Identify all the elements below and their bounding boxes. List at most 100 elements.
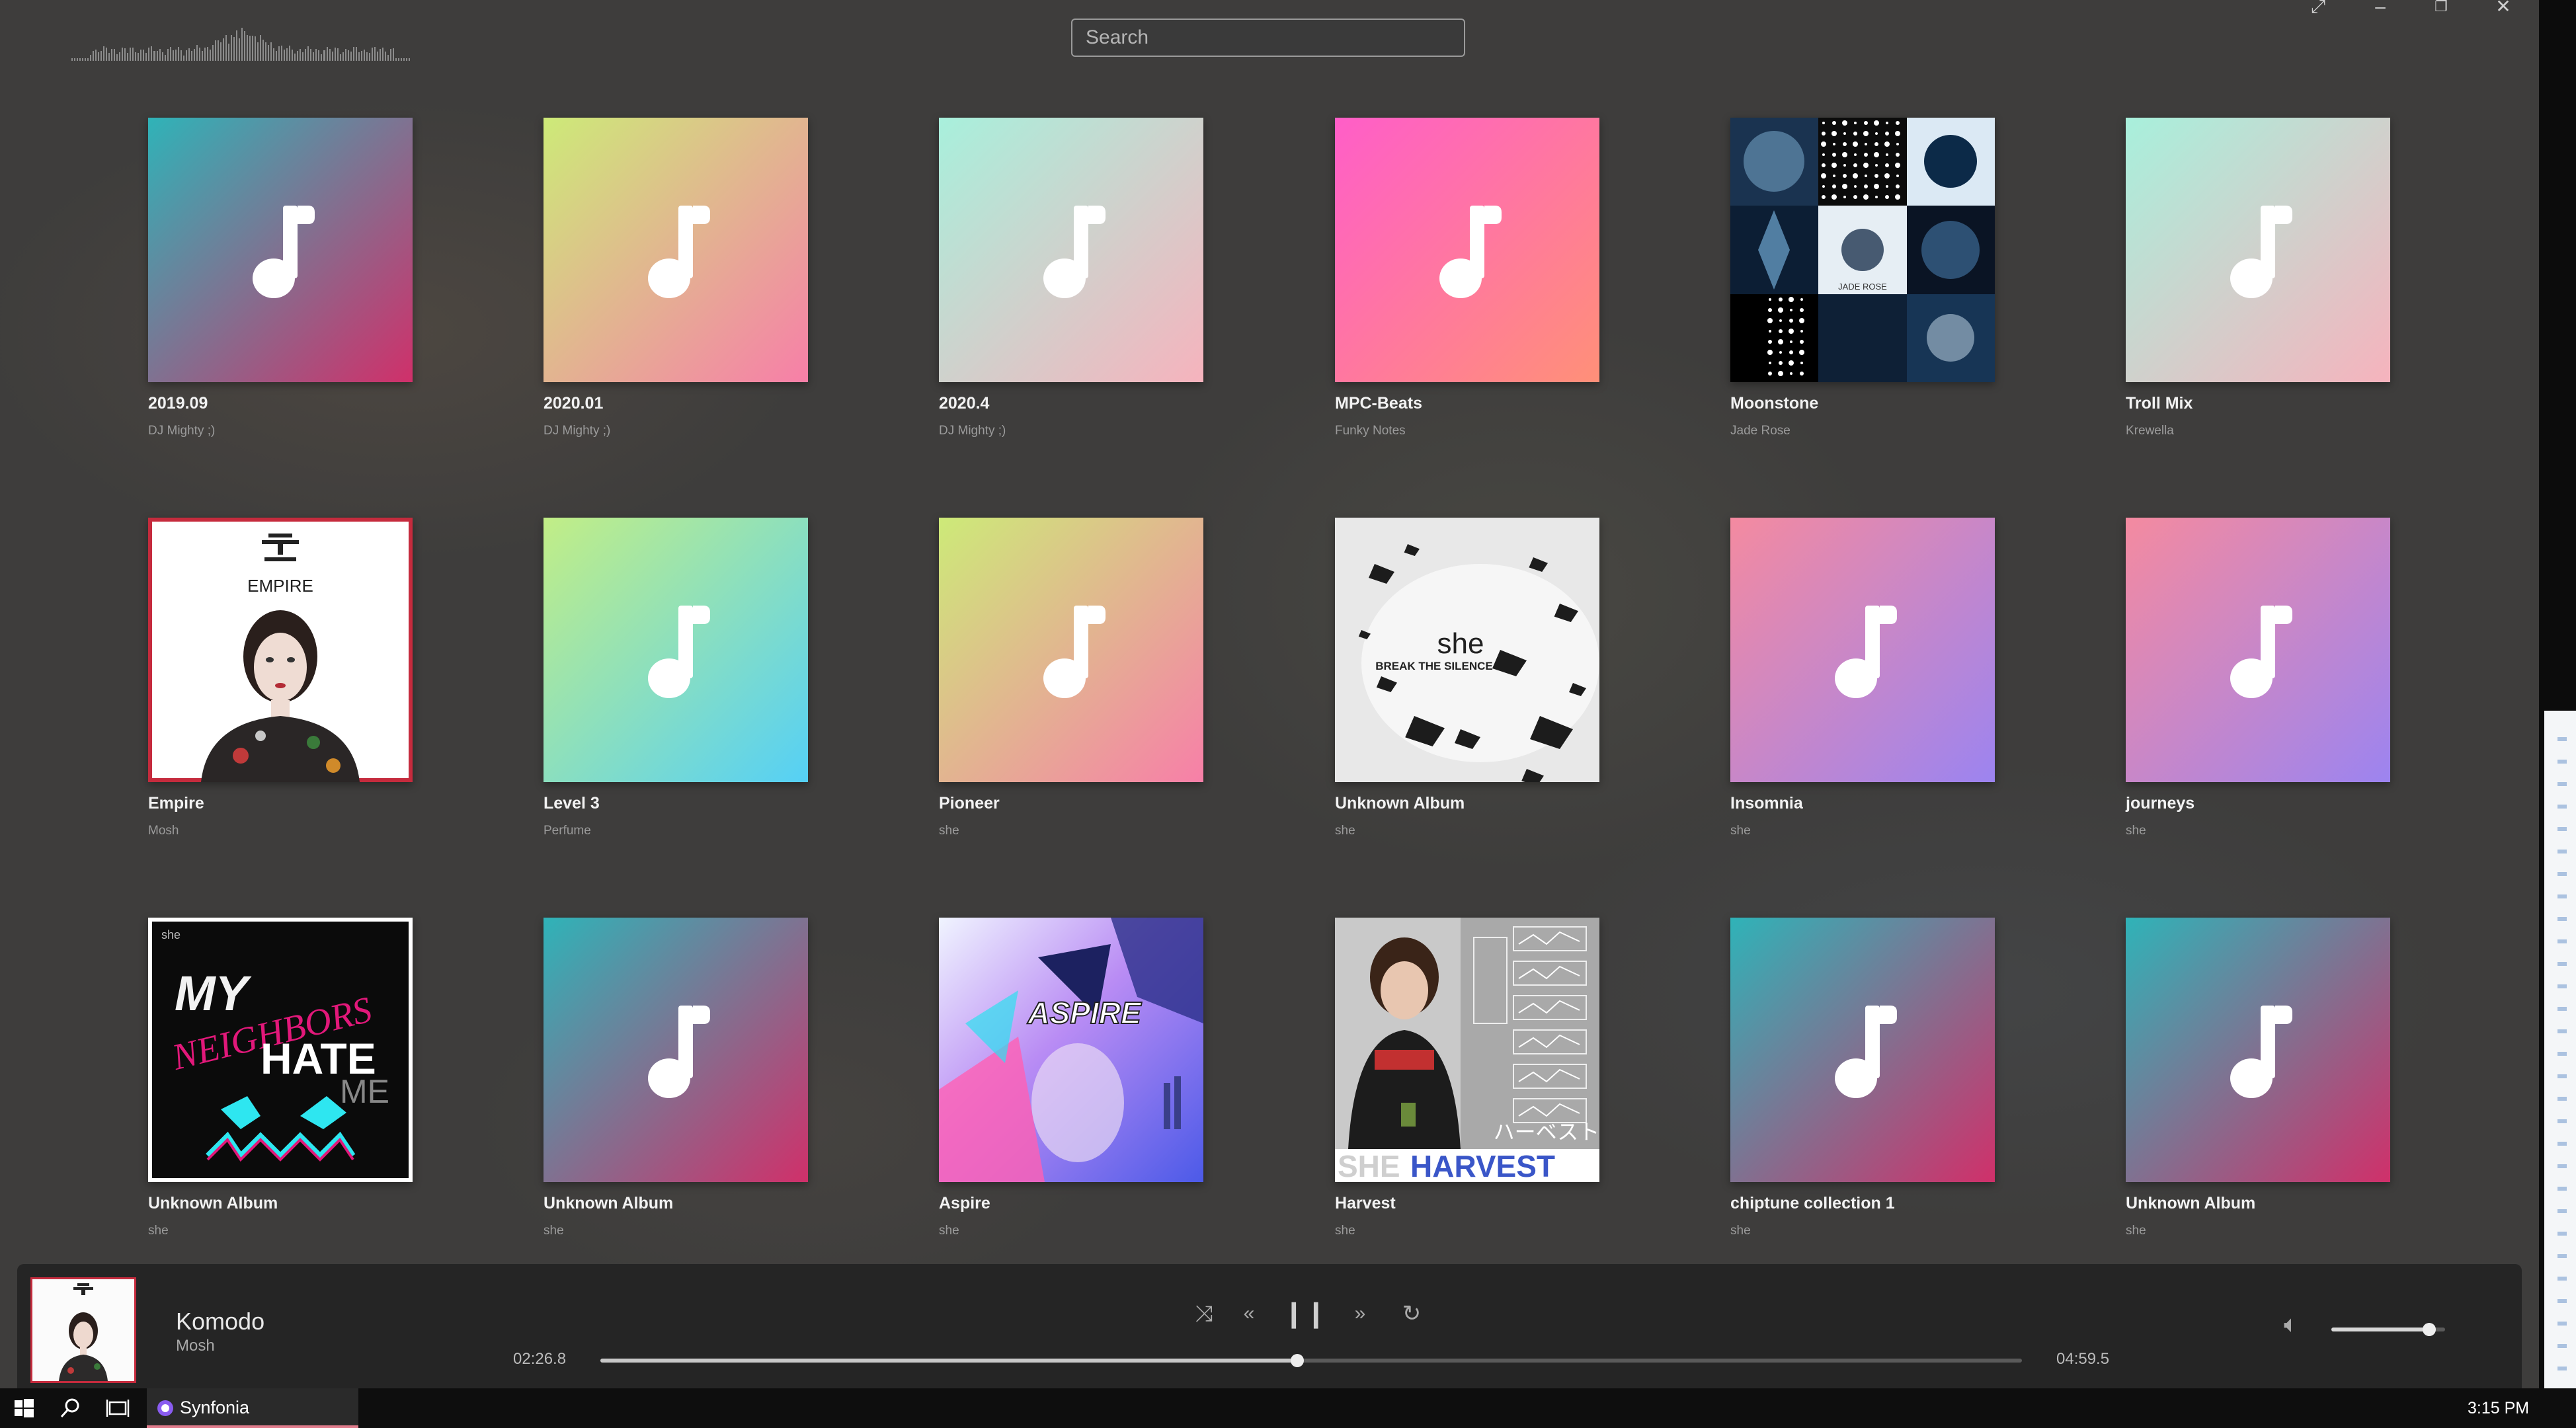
album-card[interactable]: ハーベスト SHE HARVEST Harvest she — [1335, 918, 1599, 1238]
background-document-line — [2557, 1367, 2567, 1370]
album-card[interactable]: 2019.09 DJ Mighty ;) — [148, 118, 413, 438]
album-cover[interactable] — [1730, 918, 1995, 1182]
album-artist[interactable]: she — [1730, 1224, 1995, 1238]
album-card[interactable]: Pioneer she — [939, 518, 1203, 838]
album-cover[interactable] — [543, 518, 808, 782]
album-card[interactable]: Insomnia she — [1730, 518, 1995, 838]
album-cover[interactable]: EMPIRE — [148, 518, 413, 782]
track-artist[interactable]: Mosh — [176, 1337, 215, 1355]
restore-icon[interactable]: ❐ — [2428, 0, 2454, 16]
background-document-line — [2557, 1007, 2567, 1011]
album-artist[interactable]: DJ Mighty ;) — [543, 424, 808, 438]
repeat-icon[interactable]: ↻ — [1395, 1297, 1428, 1330]
album-card[interactable]: MPC-Beats Funky Notes — [1335, 118, 1599, 438]
album-title[interactable]: Moonstone — [1730, 394, 1995, 413]
album-title[interactable]: Unknown Album — [543, 1194, 808, 1213]
album-title[interactable]: Unknown Album — [2126, 1194, 2390, 1213]
album-artist[interactable]: she — [2126, 1224, 2390, 1238]
album-title[interactable]: Unknown Album — [1335, 794, 1599, 813]
album-title[interactable]: Unknown Album — [148, 1194, 413, 1213]
volume-slider[interactable] — [2331, 1323, 2445, 1336]
album-cover[interactable] — [148, 118, 413, 382]
album-card[interactable]: Unknown Album she — [543, 918, 808, 1238]
album-artist[interactable]: Funky Notes — [1335, 424, 1599, 438]
album-artist[interactable]: she — [939, 824, 1203, 838]
next-icon[interactable]: » — [1344, 1297, 1377, 1330]
album-title[interactable]: Empire — [148, 794, 413, 813]
album-artist[interactable]: she — [1335, 1224, 1599, 1238]
album-cover[interactable]: ASPIRE — [939, 918, 1203, 1182]
taskbar-app-synfonia[interactable]: Synfonia — [147, 1388, 358, 1428]
task-view-icon[interactable] — [103, 1394, 132, 1423]
album-artist[interactable]: she — [148, 1224, 413, 1238]
now-playing-cover[interactable] — [30, 1277, 136, 1383]
album-artist[interactable]: she — [2126, 824, 2390, 838]
album-title[interactable]: Pioneer — [939, 794, 1203, 813]
album-artist[interactable]: she — [1335, 824, 1599, 838]
shuffle-icon[interactable]: ⤨ — [1187, 1297, 1221, 1330]
album-card[interactable]: journeys she — [2126, 518, 2390, 838]
album-cover[interactable] — [1335, 118, 1599, 382]
visualizer-bar — [135, 52, 137, 61]
windows-start-icon[interactable] — [9, 1394, 38, 1423]
album-title[interactable]: MPC-Beats — [1335, 394, 1599, 413]
album-title[interactable]: Insomnia — [1730, 794, 1995, 813]
visualizer-bar — [392, 48, 394, 61]
album-card[interactable]: 2020.01 DJ Mighty ;) — [543, 118, 808, 438]
album-card[interactable]: JADE ROSE Moonstone Jade Rose — [1730, 118, 1995, 438]
album-cover[interactable] — [939, 518, 1203, 782]
album-card[interactable]: Troll Mix Krewella — [2126, 118, 2390, 438]
album-cover[interactable] — [543, 918, 808, 1182]
album-artist[interactable]: Jade Rose — [1730, 424, 1995, 438]
volume-handle[interactable] — [2422, 1323, 2436, 1336]
seek-bar[interactable] — [600, 1354, 2022, 1367]
album-card[interactable]: ASPIRE Aspire she — [939, 918, 1203, 1238]
search-icon[interactable] — [56, 1394, 85, 1423]
close-icon[interactable]: ✕ — [2490, 0, 2516, 16]
album-card[interactable]: Unknown Album she — [2126, 918, 2390, 1238]
album-artist[interactable]: Perfume — [543, 824, 808, 838]
album-card[interactable]: EMPIRE Empire Mosh — [148, 518, 413, 838]
previous-icon[interactable]: « — [1232, 1297, 1266, 1330]
album-card[interactable]: chiptune collection 1 she — [1730, 918, 1995, 1238]
album-cover[interactable] — [543, 118, 808, 382]
album-cover[interactable] — [2126, 918, 2390, 1182]
expand-icon[interactable]: ⤢ — [2305, 0, 2331, 16]
album-cover[interactable] — [2126, 518, 2390, 782]
album-artist[interactable]: DJ Mighty ;) — [939, 424, 1203, 438]
visualizer-bar — [268, 45, 270, 61]
album-title[interactable]: Level 3 — [543, 794, 808, 813]
album-cover[interactable]: JADE ROSE — [1730, 118, 1995, 382]
album-title[interactable]: 2019.09 — [148, 394, 413, 413]
album-artist[interactable]: she — [543, 1224, 808, 1238]
album-card[interactable]: she MY NEIGHBORS HATE ME Unknown Album she — [148, 918, 413, 1238]
album-cover[interactable] — [1730, 518, 1995, 782]
album-cover[interactable]: she BREAK THE SILENCE — [1335, 518, 1599, 782]
album-cover[interactable]: she MY NEIGHBORS HATE ME — [148, 918, 413, 1182]
taskbar-clock[interactable]: 3:15 PM — [2468, 1399, 2529, 1418]
album-cover[interactable] — [939, 118, 1203, 382]
album-card[interactable]: she BREAK THE SILENCE Unknown Album she — [1335, 518, 1599, 838]
album-card[interactable]: Level 3 Perfume — [543, 518, 808, 838]
album-title[interactable]: Troll Mix — [2126, 394, 2390, 413]
album-artist[interactable]: she — [1730, 824, 1995, 838]
album-title[interactable]: 2020.4 — [939, 394, 1203, 413]
album-cover[interactable]: ハーベスト SHE HARVEST — [1335, 918, 1599, 1182]
volume-icon[interactable]: 🔈︎ — [2284, 1310, 2317, 1343]
album-title[interactable]: journeys — [2126, 794, 2390, 813]
album-title[interactable]: Aspire — [939, 1194, 1203, 1213]
seek-handle[interactable] — [1290, 1354, 1304, 1367]
album-artist[interactable]: Mosh — [148, 824, 413, 838]
album-artist[interactable]: DJ Mighty ;) — [148, 424, 413, 438]
album-card[interactable]: 2020.4 DJ Mighty ;) — [939, 118, 1203, 438]
music-note-icon — [1043, 606, 1106, 698]
album-artist[interactable]: she — [939, 1224, 1203, 1238]
minimize-icon[interactable]: – — [2367, 0, 2394, 16]
pause-icon[interactable]: ❙❙ — [1283, 1297, 1327, 1330]
album-title[interactable]: Harvest — [1335, 1194, 1599, 1213]
album-title[interactable]: chiptune collection 1 — [1730, 1194, 1995, 1213]
album-artist[interactable]: Krewella — [2126, 424, 2390, 438]
album-cover[interactable] — [2126, 118, 2390, 382]
album-title[interactable]: 2020.01 — [543, 394, 808, 413]
search-input[interactable] — [1071, 19, 1465, 57]
